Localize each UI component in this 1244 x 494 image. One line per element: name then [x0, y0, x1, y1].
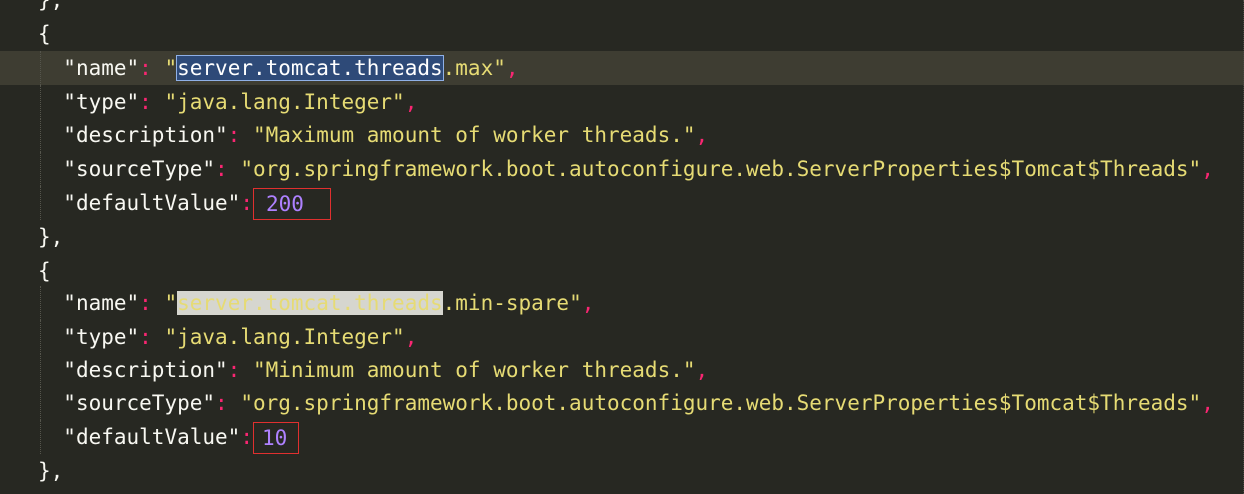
comma: , — [581, 291, 595, 315]
colon: : — [215, 391, 228, 415]
opening-brace: { — [38, 17, 51, 51]
code-line: "sourceType": "org.springframework.boot.… — [0, 386, 1244, 420]
colon: : — [139, 291, 152, 315]
name-property-line: "name": "server.tomcat.threads.max", — [38, 51, 519, 85]
highlight-box: 10 — [252, 422, 299, 454]
json-key: "defaultValue" — [63, 191, 241, 215]
json-key: "description" — [63, 358, 228, 382]
code-line: "defaultValue": 200 — [0, 186, 1244, 220]
json-string: "java.lang.Integer" — [164, 325, 405, 349]
code-editor[interactable]: }, { "name": "server.tomcat.threads.max"… — [0, 0, 1244, 494]
defaultvalue-property-line: "defaultValue": 200 — [38, 186, 331, 220]
opening-brace: { — [38, 254, 51, 288]
json-key: "sourceType" — [63, 391, 216, 415]
json-string: "Minimum amount of worker threads." — [252, 358, 696, 382]
comma: , — [404, 90, 418, 114]
json-key: "type" — [63, 325, 140, 349]
code-line: { — [0, 17, 1244, 51]
brace-text: }, — [38, 225, 64, 249]
code-line-current: "name": "server.tomcat.threads.max", — [0, 51, 1244, 85]
comma: , — [505, 56, 519, 80]
code-line: { — [0, 254, 1244, 288]
code-line: "sourceType": "org.springframework.boot.… — [0, 152, 1244, 186]
closing-brace: }, — [38, 220, 63, 254]
closing-brace: }, — [38, 454, 63, 488]
json-string: "Maximum amount of worker threads." — [252, 123, 696, 147]
selected-text[interactable]: server.tomcat.threads — [176, 55, 444, 81]
code-line: "defaultValue": 10 — [0, 420, 1244, 454]
json-key: "description" — [63, 123, 228, 147]
brace-text: { — [38, 22, 51, 46]
type-property-line: "type": "java.lang.Integer", — [38, 85, 417, 119]
comma: , — [1201, 391, 1214, 415]
occurrence-highlight: server.tomcat.threads — [177, 291, 443, 315]
json-key: "type" — [63, 90, 140, 114]
highlight-box: 200 — [252, 188, 331, 220]
json-key: "name" — [63, 291, 140, 315]
json-number: 10 — [261, 426, 288, 450]
colon: : — [240, 425, 253, 449]
string-rest: .max" — [442, 56, 506, 80]
colon: : — [139, 56, 152, 80]
brace-text: }, — [38, 459, 64, 483]
json-string: "org.springframework.boot.autoconfigure.… — [240, 391, 1202, 415]
code-line: "type": "java.lang.Integer", — [0, 85, 1244, 119]
string-rest: .min-spare" — [442, 291, 582, 315]
code-line: "name": "server.tomcat.threads.min-spare… — [0, 286, 1244, 320]
colon: : — [227, 123, 241, 147]
colon: : — [139, 325, 152, 349]
comma: , — [1201, 157, 1214, 181]
sourcetype-property-line: "sourceType": "org.springframework.boot.… — [38, 386, 1214, 420]
description-property-line: "description": "Minimum amount of worker… — [38, 353, 708, 387]
brace-text: }, — [38, 0, 64, 12]
json-string: "java.lang.Integer" — [164, 90, 405, 114]
code-line: }, — [0, 220, 1244, 254]
comma: , — [404, 325, 418, 349]
brace-text: { — [38, 259, 51, 283]
sourcetype-property-line: "sourceType": "org.springframework.boot.… — [38, 152, 1214, 186]
json-key: "sourceType" — [63, 157, 216, 181]
colon: : — [227, 358, 241, 382]
code-line: "type": "java.lang.Integer", — [0, 320, 1244, 354]
closing-brace: }, — [38, 0, 63, 17]
type-property-line: "type": "java.lang.Integer", — [38, 320, 417, 354]
string-quote: " — [164, 291, 178, 315]
colon: : — [240, 191, 253, 215]
code-line: "description": "Maximum amount of worker… — [0, 118, 1244, 152]
comma: , — [695, 123, 709, 147]
code-line: }, — [0, 454, 1244, 488]
description-property-line: "description": "Maximum amount of worker… — [38, 118, 708, 152]
json-key: "defaultValue" — [63, 425, 241, 449]
string-quote: " — [164, 56, 178, 80]
code-line: "description": "Minimum amount of worker… — [0, 353, 1244, 387]
code-line: }, — [0, 0, 1244, 17]
colon: : — [215, 157, 228, 181]
json-number: 200 — [265, 192, 304, 216]
comma: , — [695, 358, 709, 382]
defaultvalue-property-line: "defaultValue": 10 — [38, 420, 299, 454]
json-string: "org.springframework.boot.autoconfigure.… — [240, 157, 1202, 181]
colon: : — [139, 90, 152, 114]
name-property-line: "name": "server.tomcat.threads.min-spare… — [38, 286, 594, 320]
json-key: "name" — [63, 56, 140, 80]
